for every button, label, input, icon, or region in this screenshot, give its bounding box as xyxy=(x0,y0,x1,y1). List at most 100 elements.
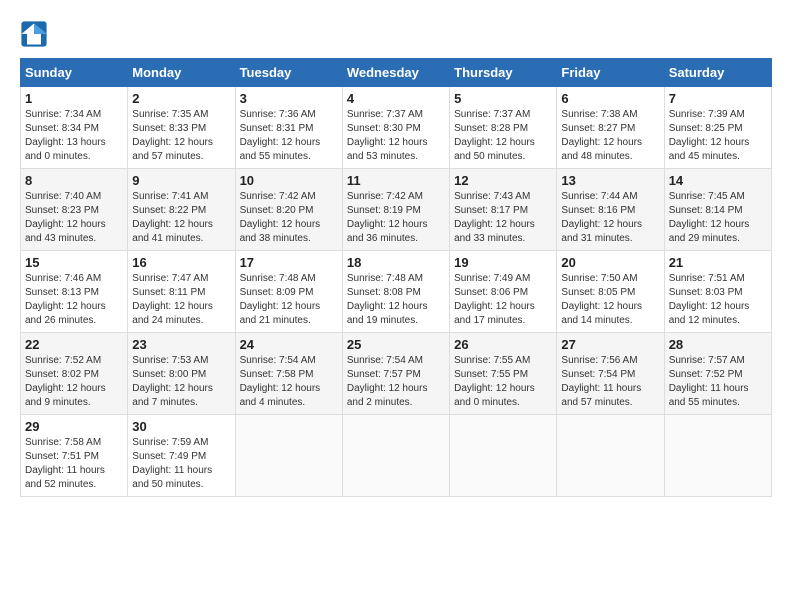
calendar-cell: 14 Sunrise: 7:45 AMSunset: 8:14 PMDaylig… xyxy=(664,169,771,251)
week-row-2: 8 Sunrise: 7:40 AMSunset: 8:23 PMDayligh… xyxy=(21,169,772,251)
day-number: 13 xyxy=(561,173,659,188)
calendar-cell: 3 Sunrise: 7:36 AMSunset: 8:31 PMDayligh… xyxy=(235,87,342,169)
day-info: Sunrise: 7:47 AMSunset: 8:11 PMDaylight:… xyxy=(132,272,230,328)
day-number: 2 xyxy=(132,91,230,106)
day-info: Sunrise: 7:34 AMSunset: 8:34 PMDaylight:… xyxy=(25,108,123,164)
day-number: 20 xyxy=(561,255,659,270)
day-number: 14 xyxy=(669,173,767,188)
day-info: Sunrise: 7:48 AMSunset: 8:09 PMDaylight:… xyxy=(240,272,338,328)
calendar-cell: 21 Sunrise: 7:51 AMSunset: 8:03 PMDaylig… xyxy=(664,251,771,333)
logo xyxy=(20,20,52,48)
day-info: Sunrise: 7:41 AMSunset: 8:22 PMDaylight:… xyxy=(132,190,230,246)
calendar-header-row: SundayMondayTuesdayWednesdayThursdayFrid… xyxy=(21,59,772,87)
day-number: 10 xyxy=(240,173,338,188)
day-number: 4 xyxy=(347,91,445,106)
day-number: 16 xyxy=(132,255,230,270)
day-info: Sunrise: 7:36 AMSunset: 8:31 PMDaylight:… xyxy=(240,108,338,164)
calendar-cell: 30 Sunrise: 7:59 AMSunset: 7:49 PMDaylig… xyxy=(128,415,235,497)
header-thursday: Thursday xyxy=(450,59,557,87)
day-info: Sunrise: 7:40 AMSunset: 8:23 PMDaylight:… xyxy=(25,190,123,246)
day-number: 25 xyxy=(347,337,445,352)
day-number: 1 xyxy=(25,91,123,106)
day-info: Sunrise: 7:57 AMSunset: 7:52 PMDaylight:… xyxy=(669,354,767,410)
calendar-cell: 20 Sunrise: 7:50 AMSunset: 8:05 PMDaylig… xyxy=(557,251,664,333)
day-info: Sunrise: 7:54 AMSunset: 7:57 PMDaylight:… xyxy=(347,354,445,410)
week-row-5: 29 Sunrise: 7:58 AMSunset: 7:51 PMDaylig… xyxy=(21,415,772,497)
day-info: Sunrise: 7:55 AMSunset: 7:55 PMDaylight:… xyxy=(454,354,552,410)
day-number: 18 xyxy=(347,255,445,270)
day-info: Sunrise: 7:58 AMSunset: 7:51 PMDaylight:… xyxy=(25,436,123,492)
calendar-cell: 16 Sunrise: 7:47 AMSunset: 8:11 PMDaylig… xyxy=(128,251,235,333)
calendar-cell: 28 Sunrise: 7:57 AMSunset: 7:52 PMDaylig… xyxy=(664,333,771,415)
day-info: Sunrise: 7:45 AMSunset: 8:14 PMDaylight:… xyxy=(669,190,767,246)
day-number: 5 xyxy=(454,91,552,106)
day-info: Sunrise: 7:54 AMSunset: 7:58 PMDaylight:… xyxy=(240,354,338,410)
day-info: Sunrise: 7:50 AMSunset: 8:05 PMDaylight:… xyxy=(561,272,659,328)
calendar-cell: 7 Sunrise: 7:39 AMSunset: 8:25 PMDayligh… xyxy=(664,87,771,169)
day-info: Sunrise: 7:39 AMSunset: 8:25 PMDaylight:… xyxy=(669,108,767,164)
day-number: 15 xyxy=(25,255,123,270)
day-info: Sunrise: 7:51 AMSunset: 8:03 PMDaylight:… xyxy=(669,272,767,328)
calendar-cell: 17 Sunrise: 7:48 AMSunset: 8:09 PMDaylig… xyxy=(235,251,342,333)
header-tuesday: Tuesday xyxy=(235,59,342,87)
day-number: 9 xyxy=(132,173,230,188)
calendar-cell: 13 Sunrise: 7:44 AMSunset: 8:16 PMDaylig… xyxy=(557,169,664,251)
week-row-3: 15 Sunrise: 7:46 AMSunset: 8:13 PMDaylig… xyxy=(21,251,772,333)
calendar-cell xyxy=(664,415,771,497)
day-info: Sunrise: 7:44 AMSunset: 8:16 PMDaylight:… xyxy=(561,190,659,246)
day-number: 17 xyxy=(240,255,338,270)
calendar-cell: 1 Sunrise: 7:34 AMSunset: 8:34 PMDayligh… xyxy=(21,87,128,169)
day-info: Sunrise: 7:49 AMSunset: 8:06 PMDaylight:… xyxy=(454,272,552,328)
calendar-cell: 29 Sunrise: 7:58 AMSunset: 7:51 PMDaylig… xyxy=(21,415,128,497)
calendar-cell xyxy=(342,415,449,497)
day-number: 27 xyxy=(561,337,659,352)
day-info: Sunrise: 7:37 AMSunset: 8:30 PMDaylight:… xyxy=(347,108,445,164)
calendar-cell: 11 Sunrise: 7:42 AMSunset: 8:19 PMDaylig… xyxy=(342,169,449,251)
day-number: 22 xyxy=(25,337,123,352)
day-info: Sunrise: 7:46 AMSunset: 8:13 PMDaylight:… xyxy=(25,272,123,328)
calendar-cell: 8 Sunrise: 7:40 AMSunset: 8:23 PMDayligh… xyxy=(21,169,128,251)
calendar-cell: 4 Sunrise: 7:37 AMSunset: 8:30 PMDayligh… xyxy=(342,87,449,169)
day-number: 19 xyxy=(454,255,552,270)
calendar-cell: 18 Sunrise: 7:48 AMSunset: 8:08 PMDaylig… xyxy=(342,251,449,333)
header-sunday: Sunday xyxy=(21,59,128,87)
header-wednesday: Wednesday xyxy=(342,59,449,87)
calendar-cell: 25 Sunrise: 7:54 AMSunset: 7:57 PMDaylig… xyxy=(342,333,449,415)
day-info: Sunrise: 7:42 AMSunset: 8:20 PMDaylight:… xyxy=(240,190,338,246)
header-saturday: Saturday xyxy=(664,59,771,87)
calendar-cell: 19 Sunrise: 7:49 AMSunset: 8:06 PMDaylig… xyxy=(450,251,557,333)
calendar-cell: 10 Sunrise: 7:42 AMSunset: 8:20 PMDaylig… xyxy=(235,169,342,251)
day-info: Sunrise: 7:38 AMSunset: 8:27 PMDaylight:… xyxy=(561,108,659,164)
day-number: 26 xyxy=(454,337,552,352)
day-number: 8 xyxy=(25,173,123,188)
calendar-cell xyxy=(557,415,664,497)
calendar-cell: 9 Sunrise: 7:41 AMSunset: 8:22 PMDayligh… xyxy=(128,169,235,251)
calendar-cell: 6 Sunrise: 7:38 AMSunset: 8:27 PMDayligh… xyxy=(557,87,664,169)
day-info: Sunrise: 7:42 AMSunset: 8:19 PMDaylight:… xyxy=(347,190,445,246)
calendar-cell: 22 Sunrise: 7:52 AMSunset: 8:02 PMDaylig… xyxy=(21,333,128,415)
day-number: 11 xyxy=(347,173,445,188)
day-number: 21 xyxy=(669,255,767,270)
week-row-1: 1 Sunrise: 7:34 AMSunset: 8:34 PMDayligh… xyxy=(21,87,772,169)
calendar-cell: 27 Sunrise: 7:56 AMSunset: 7:54 PMDaylig… xyxy=(557,333,664,415)
day-number: 30 xyxy=(132,419,230,434)
logo-icon xyxy=(20,20,48,48)
day-number: 6 xyxy=(561,91,659,106)
calendar-cell xyxy=(450,415,557,497)
calendar-cell: 24 Sunrise: 7:54 AMSunset: 7:58 PMDaylig… xyxy=(235,333,342,415)
day-number: 7 xyxy=(669,91,767,106)
day-info: Sunrise: 7:37 AMSunset: 8:28 PMDaylight:… xyxy=(454,108,552,164)
day-info: Sunrise: 7:59 AMSunset: 7:49 PMDaylight:… xyxy=(132,436,230,492)
calendar-cell: 23 Sunrise: 7:53 AMSunset: 8:00 PMDaylig… xyxy=(128,333,235,415)
day-info: Sunrise: 7:56 AMSunset: 7:54 PMDaylight:… xyxy=(561,354,659,410)
calendar-cell: 12 Sunrise: 7:43 AMSunset: 8:17 PMDaylig… xyxy=(450,169,557,251)
calendar-table: SundayMondayTuesdayWednesdayThursdayFrid… xyxy=(20,58,772,497)
calendar-cell: 5 Sunrise: 7:37 AMSunset: 8:28 PMDayligh… xyxy=(450,87,557,169)
calendar-cell: 26 Sunrise: 7:55 AMSunset: 7:55 PMDaylig… xyxy=(450,333,557,415)
day-number: 3 xyxy=(240,91,338,106)
header-monday: Monday xyxy=(128,59,235,87)
day-info: Sunrise: 7:53 AMSunset: 8:00 PMDaylight:… xyxy=(132,354,230,410)
day-number: 29 xyxy=(25,419,123,434)
day-info: Sunrise: 7:48 AMSunset: 8:08 PMDaylight:… xyxy=(347,272,445,328)
day-info: Sunrise: 7:52 AMSunset: 8:02 PMDaylight:… xyxy=(25,354,123,410)
